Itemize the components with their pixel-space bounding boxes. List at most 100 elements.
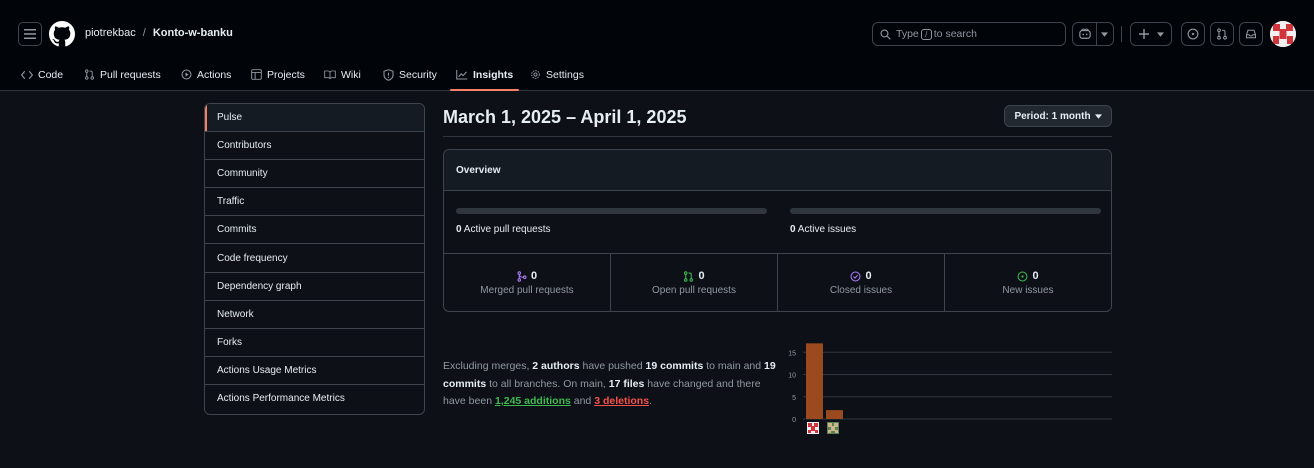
search-icon <box>880 28 891 40</box>
tab-security[interactable]: Security <box>383 58 437 91</box>
closed-issues-stat[interactable]: 0 Closed issues <box>778 254 945 311</box>
sidebar-item-commits[interactable]: Commits <box>205 216 424 245</box>
chevron-down-icon <box>1156 31 1164 37</box>
tab-projects[interactable]: Projects <box>251 58 305 91</box>
play-icon <box>181 69 192 80</box>
chart-bar <box>826 410 843 419</box>
merged-pull-requests-stat[interactable]: 0 Merged pull requests <box>444 254 611 311</box>
table-icon <box>251 69 262 80</box>
overview-heading: Overview <box>444 150 1111 191</box>
tab-wiki-label: Wiki <box>341 68 361 81</box>
tab-pull-requests[interactable]: Pull requests <box>84 58 161 91</box>
open-pull-requests-stat[interactable]: 0 Open pull requests <box>611 254 778 311</box>
copilot-button[interactable] <box>1072 22 1114 46</box>
graph-icon <box>456 70 468 80</box>
sidebar-item-forks[interactable]: Forks <box>205 329 424 357</box>
sidebar-item-community[interactable]: Community <box>205 160 424 189</box>
summary-authors: 2 authors <box>532 360 580 372</box>
repo-owner-link[interactable]: piotrekbac <box>85 27 136 39</box>
active-issues-label: Active issues <box>797 224 857 235</box>
issue-closed-icon <box>850 271 861 281</box>
sidebar-item-contributors[interactable]: Contributors <box>205 132 424 161</box>
create-new-button[interactable] <box>1130 22 1172 46</box>
commits-by-author-chart: 0 5 10 15 <box>788 343 1112 434</box>
shield-icon <box>383 68 394 81</box>
pull-requests-progress-bar <box>456 208 767 214</box>
open-pull-requests-label: Open pull requests <box>652 285 736 296</box>
search-placeholder-pre: Type <box>896 28 919 40</box>
active-pull-requests-label: Active pull requests <box>463 224 551 235</box>
user-avatar[interactable] <box>1270 21 1296 47</box>
pull-requests-button[interactable] <box>1210 22 1234 46</box>
contributor-avatar-icon[interactable] <box>827 422 839 434</box>
active-issues-link[interactable]: 0 Active issues <box>790 224 856 235</box>
inbox-button[interactable] <box>1239 22 1263 46</box>
tab-security-label: Security <box>399 68 437 81</box>
inbox-icon <box>1245 29 1257 39</box>
period-dropdown-label: Period: 1 month <box>1014 110 1091 122</box>
repo-name-link[interactable]: Konto-w-banku <box>153 27 233 39</box>
tab-insights[interactable]: Insights <box>449 58 520 91</box>
issue-opened-icon <box>1187 28 1199 40</box>
tab-settings[interactable]: Settings <box>530 58 584 91</box>
issues-button[interactable] <box>1181 22 1205 46</box>
overview-panel: Overview 0 Active pull requests 0 Active… <box>443 149 1112 312</box>
copilot-icon <box>1079 28 1091 39</box>
summary-commits-main: 19 commits <box>645 360 704 372</box>
sidebar-item-network[interactable]: Network <box>205 301 424 329</box>
insights-sidebar: Pulse Contributors Community Traffic Com… <box>204 103 425 415</box>
github-logo-icon[interactable] <box>49 21 75 47</box>
chevron-down-icon <box>1101 31 1108 37</box>
summary-text-6: and <box>570 395 595 407</box>
tab-insights-label: Insights <box>473 68 514 81</box>
summary-text-7: . <box>649 395 652 407</box>
breadcrumb-separator: / <box>142 27 146 39</box>
tab-settings-label: Settings <box>546 68 584 81</box>
chart-y-tick-label: 10 <box>788 373 796 380</box>
pull-request-icon <box>85 69 94 80</box>
chart-bar <box>806 343 823 419</box>
breadcrumb: piotrekbac / Konto-w-banku <box>85 27 233 39</box>
pull-request-open-icon <box>684 270 694 282</box>
merge-icon <box>517 270 527 282</box>
tab-projects-label: Projects <box>267 68 305 81</box>
sidebar-item-actions-performance-metrics[interactable]: Actions Performance Metrics <box>205 385 424 413</box>
search-placeholder-post: to search <box>933 28 977 40</box>
pull-request-icon <box>1217 28 1227 40</box>
tab-code[interactable]: Code <box>21 58 63 91</box>
tab-actions-label: Actions <box>197 68 232 81</box>
summary-text-4: to all branches. On main, <box>486 377 609 390</box>
search-shortcut-key: / <box>920 28 932 40</box>
new-issues-stat[interactable]: 0 New issues <box>945 254 1111 311</box>
sidebar-item-dependency-graph[interactable]: Dependency graph <box>205 273 424 301</box>
sidebar-item-code-frequency[interactable]: Code frequency <box>205 244 424 273</box>
merged-pull-requests-count: 0 <box>530 270 538 282</box>
closed-issues-count: 0 <box>865 270 872 282</box>
page-title: March 1, 2025 – April 1, 2025 <box>443 107 687 127</box>
summary-text-3: to main and <box>703 360 765 372</box>
additions-link[interactable]: 1,245 additions <box>495 395 571 407</box>
menu-button[interactable] <box>18 22 42 46</box>
tab-wiki[interactable]: Wiki <box>324 58 361 91</box>
active-pull-requests-link[interactable]: 0 Active pull requests <box>456 224 551 235</box>
active-pull-requests-count: 0 <box>456 224 462 235</box>
summary-text-1: Excluding merges, <box>443 360 533 372</box>
chart-y-tick-label: 0 <box>792 417 796 424</box>
contributor-avatar-icon[interactable] <box>807 422 819 434</box>
header-divider <box>1121 26 1122 42</box>
tab-code-label: Code <box>38 68 64 81</box>
repo-navigation: Code Pull requests Actions Projects Wiki… <box>0 58 1314 91</box>
chart-y-tick-label: 15 <box>788 350 796 357</box>
closed-issues-label: Closed issues <box>829 285 893 296</box>
tab-actions[interactable]: Actions <box>181 58 231 91</box>
issue-opened-icon <box>1017 271 1028 281</box>
sidebar-item-pulse[interactable]: Pulse <box>205 104 424 133</box>
deletions-link[interactable]: 3 deletions <box>594 395 649 407</box>
book-icon <box>324 70 336 79</box>
period-dropdown[interactable]: Period: 1 month <box>1004 105 1112 127</box>
gear-icon <box>531 70 540 79</box>
search-input[interactable]: Type / to search <box>872 22 1066 46</box>
sidebar-item-actions-usage-metrics[interactable]: Actions Usage Metrics <box>205 357 424 385</box>
sidebar-item-traffic[interactable]: Traffic <box>205 188 424 217</box>
new-issues-count: 0 <box>1032 270 1039 282</box>
